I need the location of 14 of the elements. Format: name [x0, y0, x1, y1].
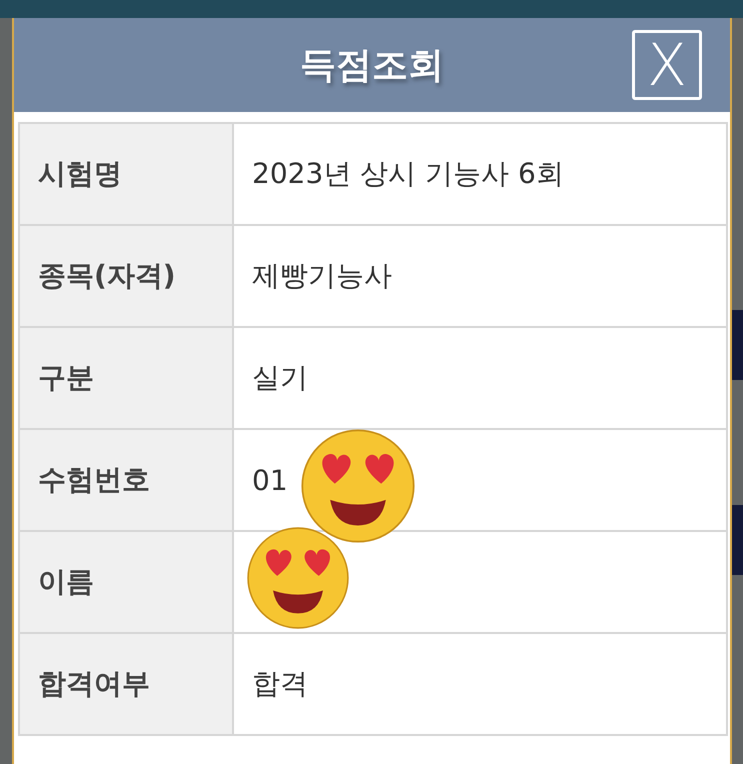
field-value: 합격: [233, 633, 727, 735]
dialog-title: 득점조회: [300, 44, 444, 88]
field-label: 합격여부: [19, 633, 233, 735]
emoji-sticker-icon: [300, 428, 416, 544]
field-value: 실기: [233, 327, 727, 429]
field-label: 구분: [19, 327, 233, 429]
close-button[interactable]: X: [632, 30, 702, 100]
field-label: 수험번호: [19, 429, 233, 531]
field-label: 시험명: [19, 123, 233, 225]
field-value: 2023년 상시 기능사 6회: [233, 123, 727, 225]
field-label: 종목(자격): [19, 225, 233, 327]
field-value: 제빵기능사: [233, 225, 727, 327]
emoji-sticker-icon: [246, 526, 350, 630]
field-label: 이름: [19, 531, 233, 633]
